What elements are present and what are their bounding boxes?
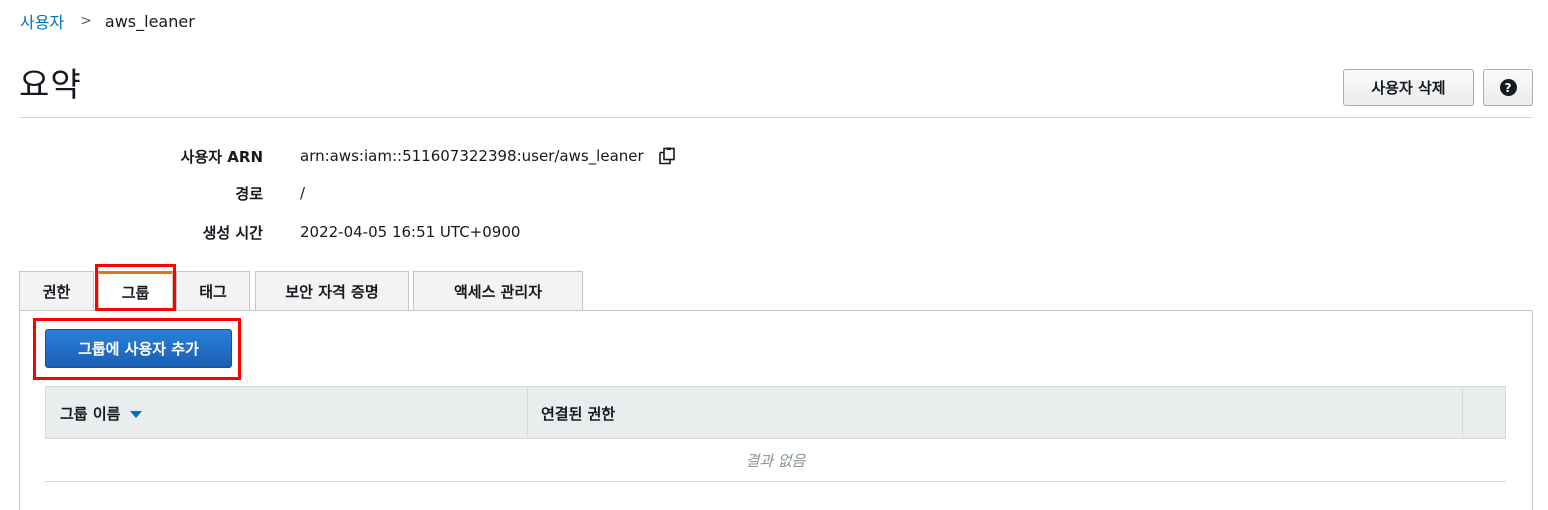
tab-access-advisor[interactable]: 액세스 관리자 xyxy=(413,271,583,310)
column-header-group-name-label: 그룹 이름 xyxy=(60,404,121,423)
column-header-settings xyxy=(1462,387,1506,439)
summary-created-row: 생성 시간 2022-04-05 16:51 UTC+0900 xyxy=(0,221,1548,243)
header-divider xyxy=(19,117,1533,118)
summary-path-row: 경로 / xyxy=(0,182,1548,204)
table-header: 그룹 이름 연결된 권한 xyxy=(45,386,1506,439)
tab-groups[interactable]: 그룹 xyxy=(98,271,173,311)
path-label: 경로 xyxy=(235,184,263,203)
breadcrumb-current-user: aws_leaner xyxy=(104,11,195,31)
breadcrumb-users-link[interactable]: 사용자 xyxy=(20,9,64,33)
empty-message: 결과 없음 xyxy=(745,451,806,470)
breadcrumb: 사용자 > aws_leaner xyxy=(20,9,195,33)
tab-tags[interactable]: 태그 xyxy=(176,271,250,310)
breadcrumb-separator: > xyxy=(80,13,92,29)
add-user-to-group-button[interactable]: 그룹에 사용자 추가 xyxy=(45,329,232,368)
created-label: 생성 시간 xyxy=(202,223,263,242)
caret-down-icon xyxy=(130,411,143,418)
arn-label: 사용자 ARN xyxy=(180,147,263,166)
page-title: 요약 xyxy=(19,65,82,104)
summary-arn-row: 사용자 ARN arn:aws:iam::511607322398:user/a… xyxy=(0,145,1548,167)
copy-icon[interactable] xyxy=(656,147,678,165)
column-header-group-name[interactable]: 그룹 이름 xyxy=(46,387,527,439)
path-value: / xyxy=(300,184,306,202)
help-button[interactable]: ? xyxy=(1483,69,1533,106)
groups-table: 그룹 이름 연결된 권한 결과 없음 xyxy=(45,386,1506,482)
tab-permissions[interactable]: 권한 xyxy=(19,271,94,310)
created-value: 2022-04-05 16:51 UTC+0900 xyxy=(300,223,521,241)
table-empty-row: 결과 없음 xyxy=(45,439,1506,482)
column-header-attached-permissions: 연결된 권한 xyxy=(527,387,1462,439)
tab-security-credentials[interactable]: 보안 자격 증명 xyxy=(255,271,409,310)
question-circle-icon: ? xyxy=(1499,79,1517,96)
arn-value: arn:aws:iam::511607322398:user/aws_leane… xyxy=(300,147,644,165)
arn-value-container: arn:aws:iam::511607322398:user/aws_leane… xyxy=(300,147,678,165)
delete-user-button[interactable]: 사용자 삭제 xyxy=(1343,69,1474,106)
